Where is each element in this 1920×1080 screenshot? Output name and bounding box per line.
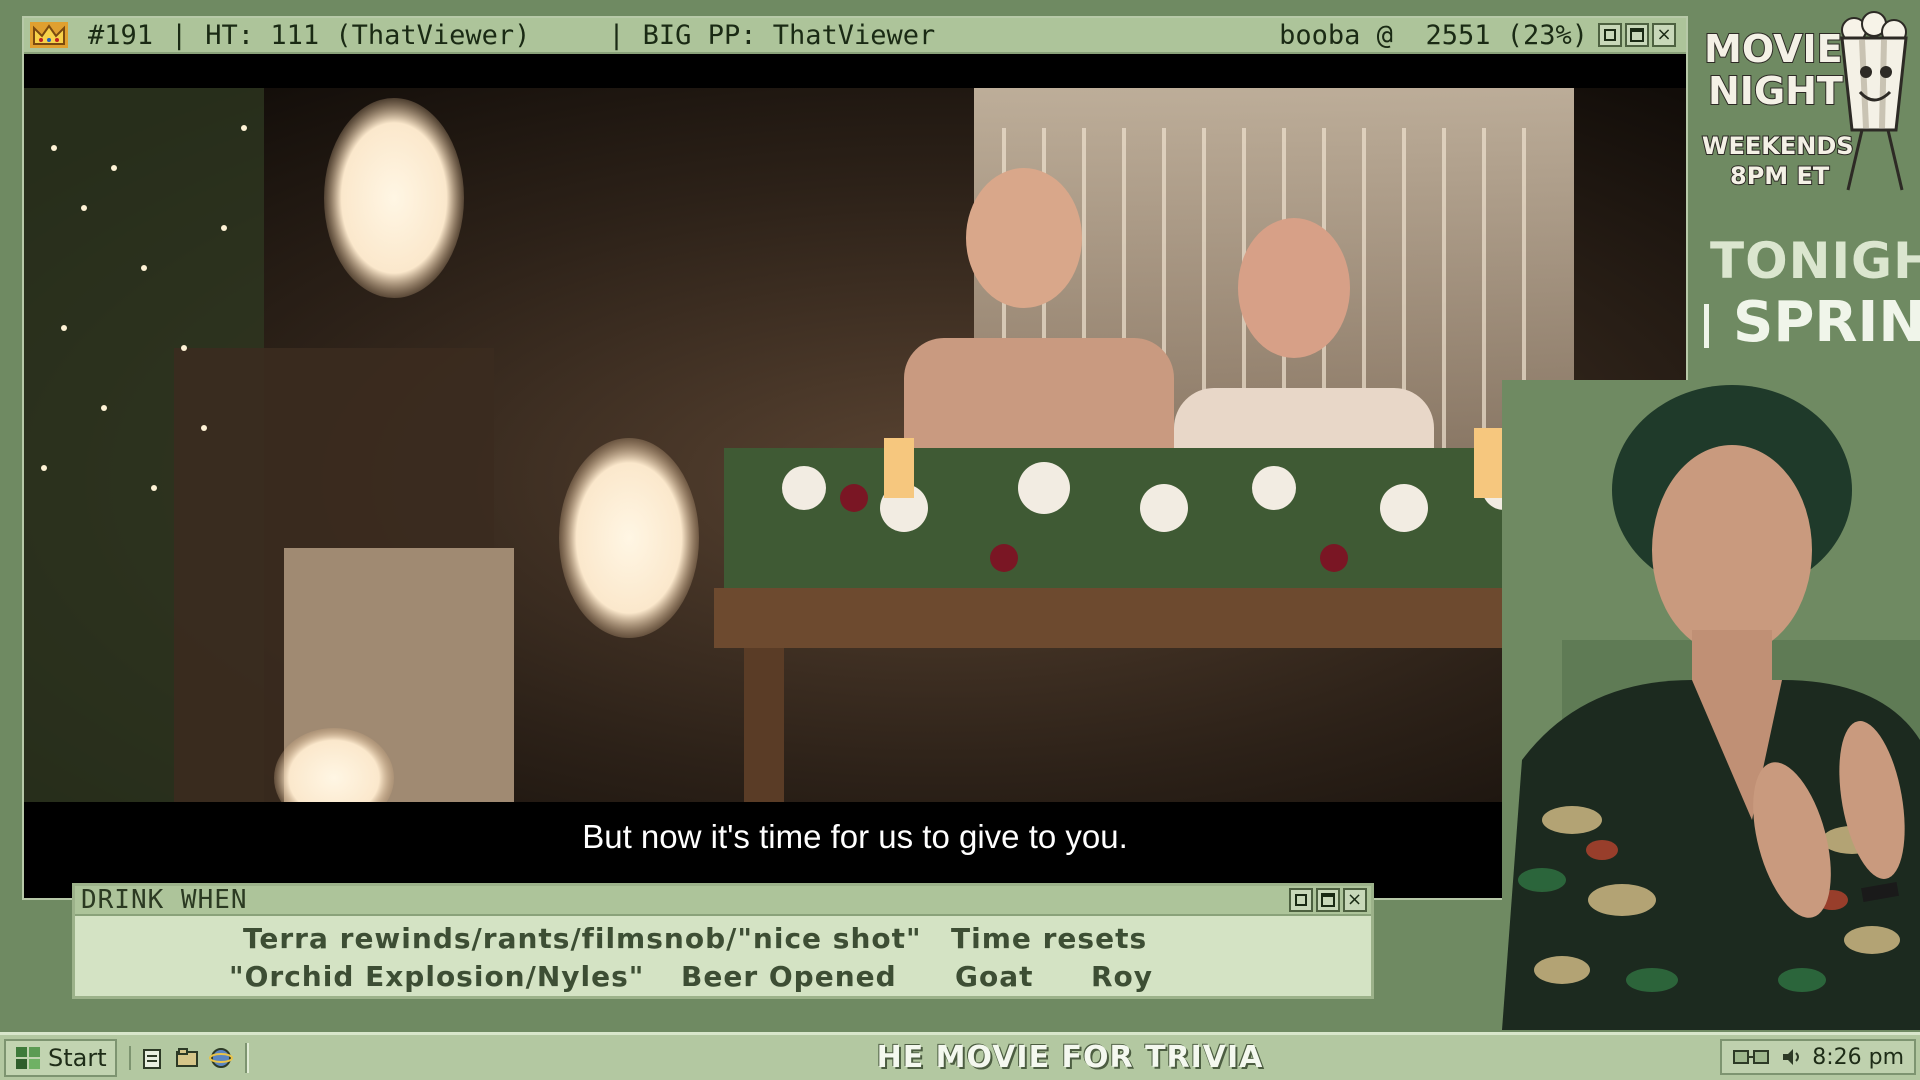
goal-label: booba @ 2551 (23%)	[1279, 19, 1588, 51]
minimize-button[interactable]	[1289, 888, 1313, 912]
maximize-button[interactable]	[1316, 888, 1340, 912]
logo-line-3: WEEKENDS	[1702, 132, 1854, 160]
big-pp-label: BIG PP: ThatViewer	[642, 19, 936, 51]
drink-rule: Terra rewinds/rants/filmsnob/"nice shot"	[243, 922, 922, 955]
maximize-icon	[1321, 893, 1335, 907]
close-icon: ×	[1346, 889, 1364, 910]
video-subtitle: But now it's time for us to give to you.	[582, 818, 1128, 855]
movie-night-logo: MOVIE NIGHT WEEKENDS 8PM ET	[1701, 11, 1908, 191]
video-player-window: #191 | HT: 111 (ThatViewer) | BIG PP: Th…	[22, 16, 1688, 900]
drink-rule: Roy	[1091, 960, 1154, 993]
crown-icon	[30, 22, 68, 48]
taskbar: HE MOVIE FOR TRIVIA Start 8:26 pm	[0, 1032, 1920, 1080]
minimize-icon	[1604, 29, 1616, 41]
logo-line-1: MOVIE	[1704, 27, 1843, 71]
trivia-ticker: HE MOVIE FOR TRIVIA	[876, 1040, 1264, 1075]
video-frame[interactable]	[24, 88, 1686, 802]
drink-rule: "Orchid Explosion/Nyles"	[229, 960, 645, 993]
drink-rule: Time resets	[951, 922, 1148, 955]
logo-line-2: NIGHT	[1708, 69, 1843, 113]
separator: |	[171, 19, 188, 51]
logo-line-4: 8PM ET	[1730, 162, 1830, 190]
tonight-movie-title: SPRING	[1704, 290, 1920, 355]
clock[interactable]: 8:26 pm	[1812, 1045, 1904, 1070]
popcorn-mascot-icon	[1840, 11, 1908, 191]
drink-rules-list: Terra rewinds/rants/filmsnob/"nice shot"…	[75, 916, 1371, 996]
minimize-icon	[1295, 894, 1307, 906]
drink-when-title: DRINK WHEN	[81, 885, 248, 915]
close-button[interactable]: ×	[1343, 888, 1367, 912]
hype-train-label: HT: 111 (ThatViewer)	[205, 19, 531, 51]
drink-rule: Goat	[955, 960, 1034, 993]
system-tray: 8:26 pm	[1720, 1039, 1916, 1075]
close-button[interactable]: ×	[1652, 23, 1676, 47]
maximize-icon	[1630, 28, 1644, 42]
volume-icon[interactable]	[1780, 1045, 1804, 1069]
separator: |	[608, 19, 625, 51]
drink-when-window: DRINK WHEN × Terra rewinds/rants/filmsno…	[72, 883, 1374, 999]
marquee-bar	[1704, 303, 1709, 348]
tonight-movie-name: SPRING	[1733, 290, 1920, 355]
network-icon[interactable]	[1732, 1045, 1772, 1069]
tonight-label: TONIGHT:	[1710, 232, 1920, 290]
webcam-feed	[1502, 380, 1920, 1030]
close-icon: ×	[1656, 24, 1672, 45]
stream-number: #191	[88, 19, 154, 51]
drink-rule: Beer Opened	[681, 960, 897, 993]
minimize-button[interactable]	[1598, 23, 1622, 47]
player-titlebar: #191 | HT: 111 (ThatViewer) | BIG PP: Th…	[24, 18, 1686, 54]
maximize-button[interactable]	[1625, 23, 1649, 47]
drink-when-titlebar: DRINK WHEN ×	[75, 885, 1371, 916]
